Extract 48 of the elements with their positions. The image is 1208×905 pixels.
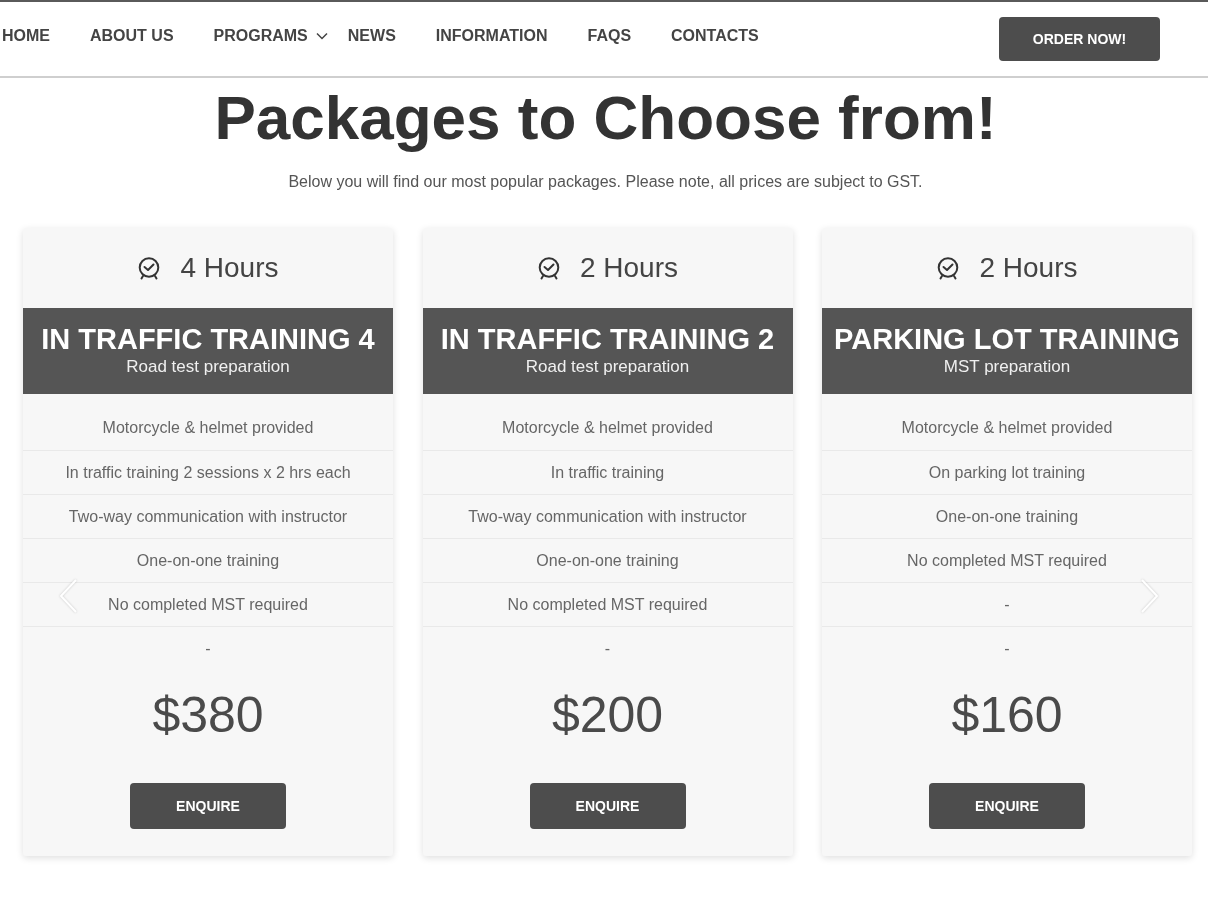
package-subtitle: Road test preparation [525,356,690,378]
nav-link[interactable]: HOME [0,27,70,45]
nav-link[interactable]: NEWS [327,27,416,45]
price-text: $200 [551,686,664,745]
feature-row-text: Motorcycle & helmet provided [900,418,1114,438]
package-subtitle: MST preparation [943,356,1071,378]
clock-icon [936,256,961,280]
feature-row: No completed MST required [422,582,793,626]
package-subtitle: Road test preparation [126,356,290,378]
feature-row: Two-way communication with instructor [422,494,793,538]
feature-row: - [422,626,793,670]
chevron-left-icon[interactable] [58,578,78,614]
feature-row: In traffic training 2 sessions x 2 hrs each [23,450,393,494]
clock-icon [137,256,162,280]
price-text: $160 [951,686,1063,745]
duration-text: 2 Hours [979,251,1078,285]
feature-row: One-on-one training [422,538,793,582]
feature-row: - [822,626,1192,670]
feature-row: No completed MST required [23,582,393,626]
package-title: PARKING LOT TRAINING [834,322,1180,356]
package-title: IN TRAFFIC TRAINING 2 [440,322,775,356]
feature-row: One-on-one training [23,538,393,582]
enquire-button[interactable]: ENQUIRE [529,783,686,829]
nav-link[interactable]: CONTACTS [651,27,779,45]
feature-row: On parking lot training [822,450,1192,494]
price-text: $380 [152,686,264,745]
order-button[interactable]: ORDER NOW! [999,17,1160,61]
feature-row-text: Motorcycle & helmet provided [101,418,315,438]
duration-text: 4 Hours [180,251,279,285]
feature-row-text: Motorcycle & helmet provided [501,418,714,438]
feature-row: In traffic training [422,450,793,494]
feature-row: One-on-one training [822,494,1192,538]
nav-link[interactable]: ABOUT US [70,27,194,45]
page-title: Packages to Choose from! [213,82,998,154]
duration-text: 2 Hours [579,251,678,285]
clock-icon [536,256,561,280]
feature-row: Two-way communication with instructor [23,494,393,538]
feature-row: - [23,626,393,670]
chevron-right-icon[interactable] [1140,578,1160,614]
nav-link[interactable]: FAQS [567,27,652,45]
page-subtitle: Below you will find our most popular packages. Please note, all prices are subject to GST. [287,172,924,192]
nav-link[interactable]: PROGRAMS [193,27,328,45]
enquire-button[interactable]: ENQUIRE [130,783,286,829]
enquire-button[interactable]: ENQUIRE [929,783,1085,829]
nav-link[interactable]: INFORMATION [415,27,568,45]
feature-row: No completed MST required [822,538,1192,582]
feature-row: - [822,582,1192,626]
package-title: IN TRAFFIC TRAINING 4 [41,322,375,356]
